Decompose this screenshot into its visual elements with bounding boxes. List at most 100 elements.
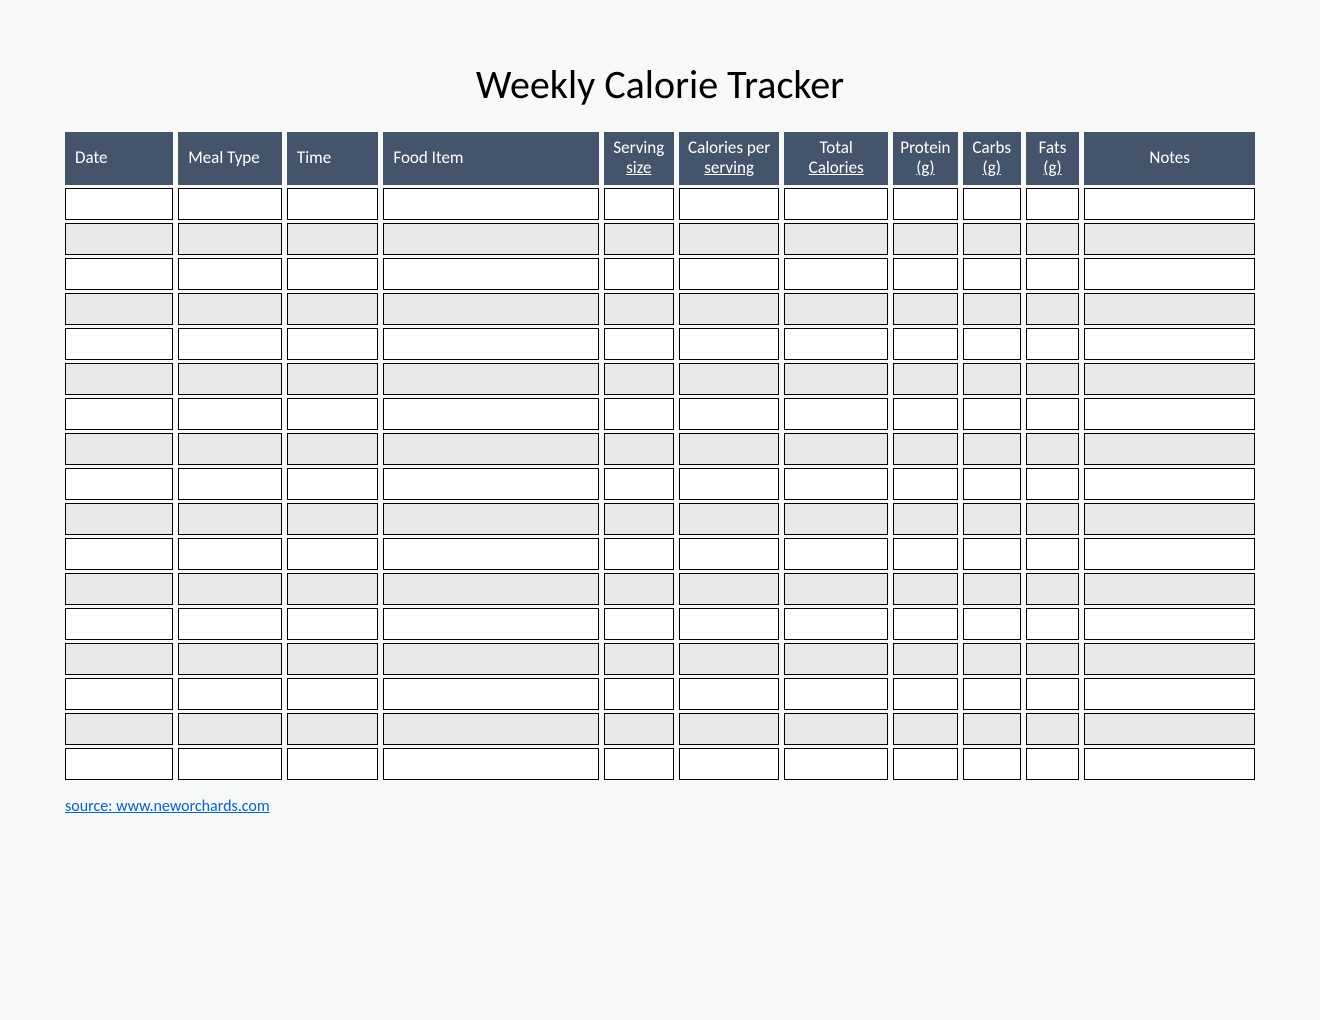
- table-cell: [383, 223, 598, 255]
- table-cell: [893, 328, 958, 360]
- table-cell: [65, 328, 173, 360]
- table-cell: [1026, 678, 1080, 710]
- table-cell: [1026, 398, 1080, 430]
- table-cell: [287, 258, 378, 290]
- table-cell: [963, 643, 1021, 675]
- table-cell: [784, 608, 888, 640]
- table-cell: [383, 503, 598, 535]
- table-cell: [65, 468, 173, 500]
- table-cell: [65, 713, 173, 745]
- table-cell: [1026, 328, 1080, 360]
- table-row: [65, 258, 1255, 290]
- source-link[interactable]: source: www.neworchards.com: [65, 797, 270, 816]
- table-cell: [65, 608, 173, 640]
- table-cell: [1084, 748, 1255, 780]
- table-cell: [287, 748, 378, 780]
- table-cell: [604, 503, 674, 535]
- table-cell: [893, 538, 958, 570]
- table-cell: [893, 713, 958, 745]
- table-cell: [1084, 468, 1255, 500]
- table-cell: [604, 433, 674, 465]
- table-cell: [65, 643, 173, 675]
- table-cell: [963, 713, 1021, 745]
- table-cell: [604, 258, 674, 290]
- table-cell: [1026, 538, 1080, 570]
- table-cell: [604, 643, 674, 675]
- table-cell: [1084, 433, 1255, 465]
- table-cell: [65, 678, 173, 710]
- table-cell: [1026, 433, 1080, 465]
- table-cell: [893, 363, 958, 395]
- col-header-date: Date: [65, 132, 173, 185]
- table-cell: [1084, 643, 1255, 675]
- table-cell: [784, 363, 888, 395]
- table-row: [65, 223, 1255, 255]
- table-cell: [893, 468, 958, 500]
- table-cell: [679, 643, 779, 675]
- table-cell: [178, 363, 282, 395]
- table-cell: [1084, 258, 1255, 290]
- table-cell: [178, 258, 282, 290]
- table-cell: [893, 258, 958, 290]
- table-cell: [784, 293, 888, 325]
- table-cell: [679, 258, 779, 290]
- table-row: [65, 608, 1255, 640]
- table-cell: [963, 433, 1021, 465]
- table-cell: [679, 363, 779, 395]
- table-cell: [65, 503, 173, 535]
- table-cell: [893, 503, 958, 535]
- table-cell: [287, 398, 378, 430]
- table-row: [65, 398, 1255, 430]
- table-cell: [1026, 188, 1080, 220]
- page-title: Weekly Calorie Tracker: [60, 60, 1260, 109]
- table-cell: [287, 573, 378, 605]
- table-cell: [287, 468, 378, 500]
- table-cell: [383, 538, 598, 570]
- table-cell: [178, 223, 282, 255]
- table-cell: [784, 538, 888, 570]
- table-cell: [893, 643, 958, 675]
- table-cell: [287, 363, 378, 395]
- table-cell: [963, 188, 1021, 220]
- table-cell: [1084, 573, 1255, 605]
- table-cell: [178, 538, 282, 570]
- table-cell: [963, 608, 1021, 640]
- table-cell: [604, 293, 674, 325]
- table-cell: [383, 748, 598, 780]
- table-cell: [383, 608, 598, 640]
- table-cell: [1026, 468, 1080, 500]
- table-cell: [178, 293, 282, 325]
- table-cell: [383, 398, 598, 430]
- table-cell: [784, 748, 888, 780]
- table-cell: [963, 503, 1021, 535]
- table-row: [65, 748, 1255, 780]
- table-cell: [65, 433, 173, 465]
- table-cell: [679, 398, 779, 430]
- table-cell: [1026, 573, 1080, 605]
- table-cell: [963, 678, 1021, 710]
- table-cell: [784, 468, 888, 500]
- table-cell: [287, 503, 378, 535]
- table-cell: [893, 573, 958, 605]
- table-cell: [178, 573, 282, 605]
- table-cell: [1084, 223, 1255, 255]
- source-line: source: www.neworchards.com: [65, 797, 1260, 816]
- table-cell: [784, 713, 888, 745]
- table-row: [65, 328, 1255, 360]
- table-cell: [679, 503, 779, 535]
- table-cell: [383, 258, 598, 290]
- table-cell: [287, 643, 378, 675]
- table-cell: [784, 188, 888, 220]
- table-cell: [65, 748, 173, 780]
- table-cell: [963, 748, 1021, 780]
- col-header-fats: Fats (g): [1026, 132, 1080, 185]
- table-cell: [178, 713, 282, 745]
- table-row: [65, 363, 1255, 395]
- table-cell: [287, 223, 378, 255]
- table-cell: [679, 328, 779, 360]
- table-cell: [178, 678, 282, 710]
- table-cell: [1026, 713, 1080, 745]
- table-row: [65, 538, 1255, 570]
- table-cell: [383, 678, 598, 710]
- table-cell: [1026, 293, 1080, 325]
